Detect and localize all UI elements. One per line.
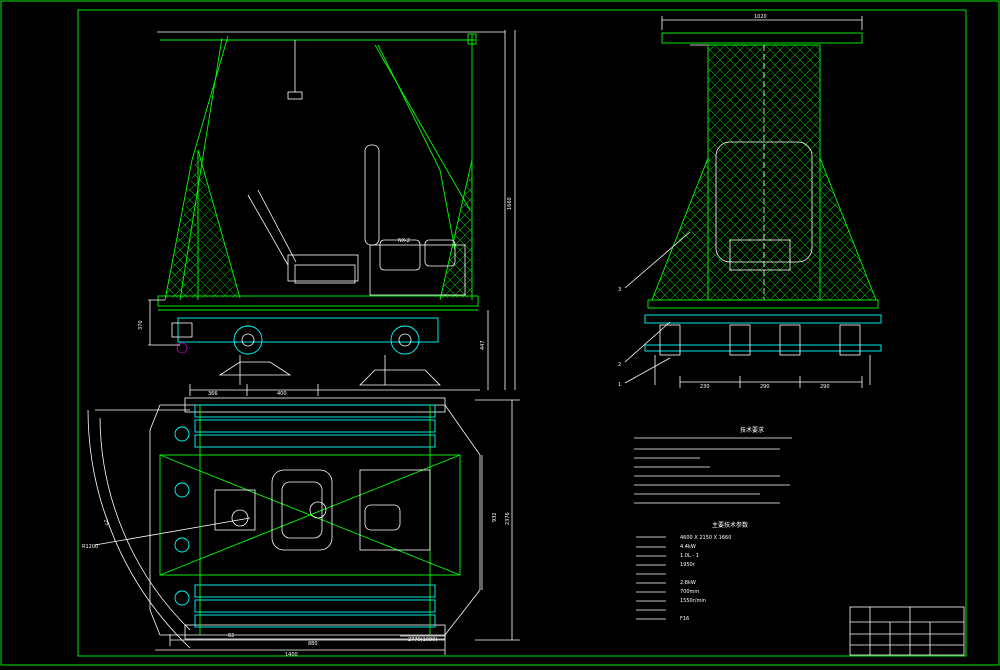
dim-plan-2770: 2770(1090) (408, 637, 437, 643)
title-block (849, 606, 965, 656)
param-value-6: 2.8kW (680, 580, 696, 586)
callout-2: 2 (618, 362, 621, 368)
param-value-2: 4.4kW (680, 544, 696, 550)
drawing-canvas: NX-2 370 447 1660 366 400 1020 230 290 2… (0, 0, 1000, 666)
dim-plan-62: 62 (228, 633, 234, 639)
plan-view (87, 397, 520, 655)
dim-plan-r1200: R1200 (82, 544, 98, 550)
front-view (624, 16, 882, 388)
svg-text:NX-2: NX-2 (398, 238, 410, 244)
side-view: NX-2 (148, 30, 516, 396)
dim-plan-2376: 2376 (505, 512, 511, 525)
dim-front-290a: 290 (760, 384, 770, 390)
params-title: 主要技术参数 (712, 521, 748, 529)
callout-3: 3 (618, 287, 621, 293)
dim-side-370: 370 (138, 320, 144, 330)
param-value-10: F16 (680, 616, 689, 622)
param-value-7: 700mm (680, 589, 699, 595)
param-value-1: 4600 X 2150 X 1660 (680, 535, 731, 541)
dim-side-1660: 1660 (507, 197, 513, 210)
callout-1: 1 (618, 382, 621, 388)
tech-req-title: 技术要求 (740, 426, 764, 434)
outer-border (0, 0, 1000, 666)
dim-plan-880: 880 (308, 641, 318, 647)
cad-drawing-sheet: NX-2 370 447 1660 366 400 1020 230 290 2… (0, 0, 1000, 666)
dim-side-400: 400 (277, 391, 287, 397)
dim-front-290b: 290 (820, 384, 830, 390)
dim-plan-932: 932 (492, 512, 498, 522)
dim-plan-1400: 1400 (285, 652, 298, 658)
dim-front-230: 230 (700, 384, 710, 390)
param-value-4: 1950r (680, 562, 696, 568)
dim-side-366: 366 (208, 391, 218, 397)
dim-front-1020: 1020 (754, 14, 767, 20)
technical-requirements (634, 437, 792, 504)
dim-side-447: 447 (480, 340, 486, 350)
param-value-8: 1550r/min (680, 598, 706, 604)
parameters-table (636, 536, 666, 620)
param-value-3: 1.0L - 1 (680, 553, 699, 559)
